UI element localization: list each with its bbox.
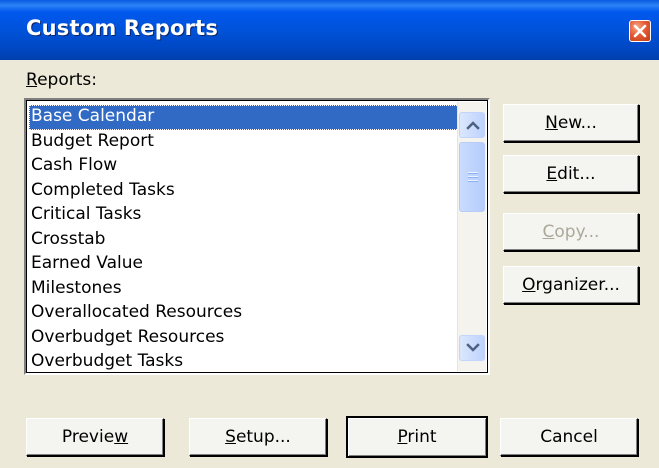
close-button[interactable] xyxy=(629,20,651,42)
preview-button[interactable]: Preview xyxy=(26,418,164,456)
new-button[interactable]: New... xyxy=(503,104,639,142)
reports-listbox[interactable]: Base Calendar Budget Report Cash Flow Compl… xyxy=(24,98,490,375)
list-item[interactable]: Crosstab xyxy=(29,228,459,253)
list-item[interactable]: Overallocated Resources xyxy=(29,301,459,326)
scroll-thumb[interactable] xyxy=(459,142,485,212)
custom-reports-dialog: Custom Reports Reports: Base Calendar Bud… xyxy=(0,0,659,468)
list-item[interactable]: Critical Tasks xyxy=(29,203,459,228)
window-title: Custom Reports xyxy=(26,16,219,40)
close-icon xyxy=(633,24,647,38)
title-bar[interactable]: Custom Reports xyxy=(0,0,659,60)
list-item[interactable]: Completed Tasks xyxy=(29,179,459,204)
list-item[interactable]: Earned Value xyxy=(29,252,459,277)
chevron-down-icon xyxy=(466,343,480,352)
edit-button[interactable]: Edit... xyxy=(503,155,639,193)
list-item[interactable]: Cash Flow xyxy=(29,154,459,179)
reports-label: Reports: xyxy=(26,70,97,90)
print-button[interactable]: Print xyxy=(346,416,488,458)
reports-list: Base Calendar Budget Report Cash Flow Compl… xyxy=(29,105,459,375)
copy-button[interactable]: Copy... xyxy=(503,213,639,251)
list-item[interactable]: Base Calendar xyxy=(29,105,459,130)
setup-button[interactable]: Setup... xyxy=(189,418,327,456)
organizer-button[interactable]: Organizer... xyxy=(503,266,639,304)
list-item[interactable]: Overbudget Tasks xyxy=(29,350,459,375)
reports-label-accelerator: R xyxy=(26,70,38,90)
scroll-up-button[interactable] xyxy=(459,112,485,138)
list-item[interactable]: Milestones xyxy=(29,277,459,302)
list-item[interactable]: Overbudget Resources xyxy=(29,326,459,351)
chevron-up-icon xyxy=(466,121,480,130)
vertical-scrollbar[interactable] xyxy=(457,102,486,371)
list-item[interactable]: Budget Report xyxy=(29,130,459,155)
scroll-down-button[interactable] xyxy=(459,335,485,361)
cancel-button[interactable]: Cancel xyxy=(500,418,638,456)
